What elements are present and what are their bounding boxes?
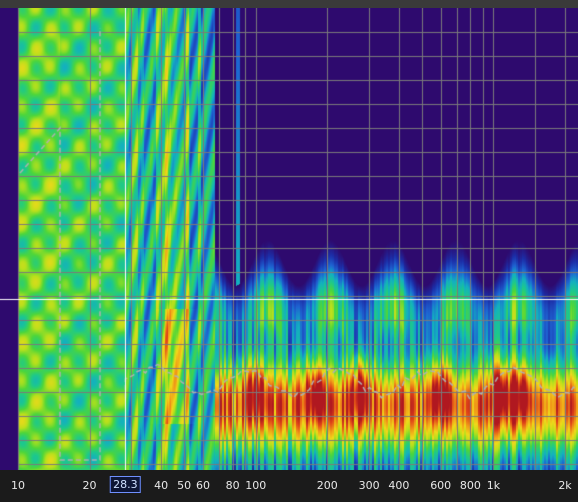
spectrogram-plot[interactable]: [0, 8, 578, 470]
tick-label-2k: 2k: [558, 479, 572, 492]
cursor-frequency-readout[interactable]: 28.3: [110, 476, 141, 493]
tick-label-1k: 1k: [486, 479, 501, 492]
tick-label-300: 300: [358, 479, 380, 492]
tick-label-40: 40: [154, 479, 169, 492]
frequency-axis: 10 20 40 50 60 80 100 200 300 400 600 800 1k 2k 28.3: [0, 470, 578, 502]
tick-label-400: 400: [388, 479, 410, 492]
tick-label-200: 200: [316, 479, 338, 492]
tick-label-600: 600: [430, 479, 452, 492]
tick-label-10: 10: [11, 479, 25, 492]
tick-label-20: 20: [82, 479, 97, 492]
tick-label-50: 50: [177, 479, 192, 492]
tick-label-80: 80: [225, 479, 240, 492]
top-toolbar-strip: [0, 0, 578, 8]
tick-label-60: 60: [195, 479, 210, 492]
tick-label-800: 800: [459, 479, 481, 492]
tick-label-100: 100: [245, 479, 267, 492]
